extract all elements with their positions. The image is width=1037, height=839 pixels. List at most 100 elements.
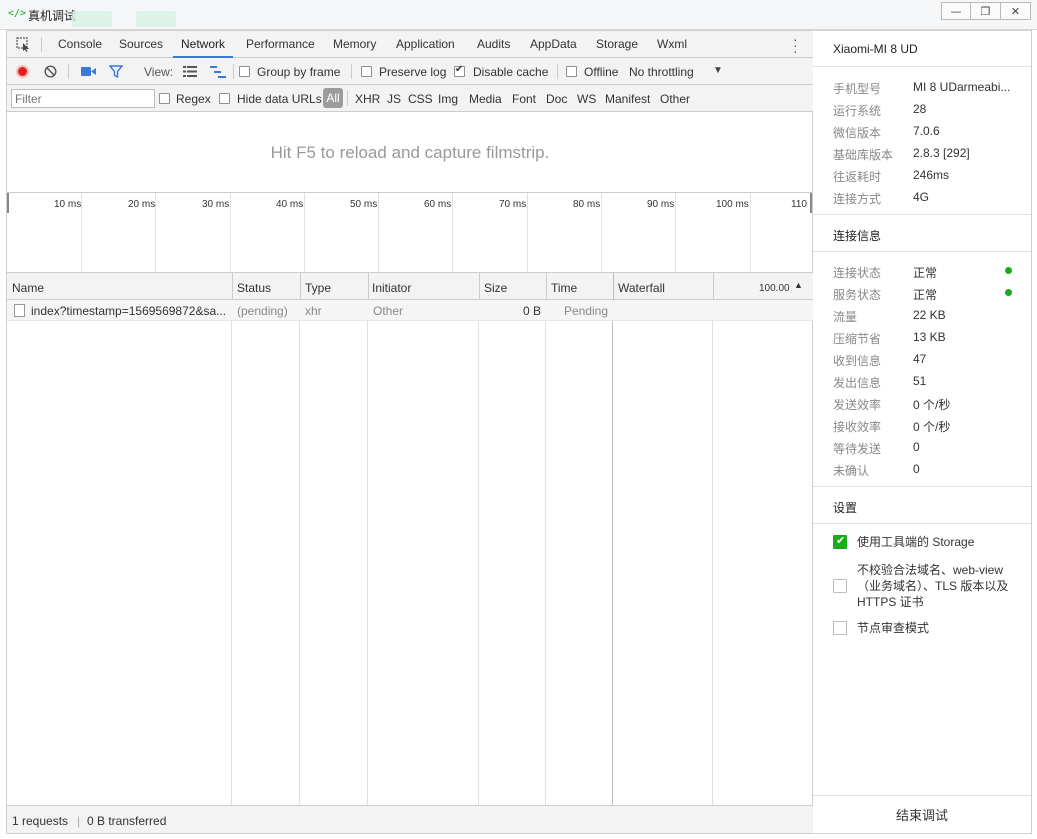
sort-ascending-icon[interactable]: ▲ (794, 280, 803, 290)
close-button[interactable]: ✕ (1001, 2, 1031, 20)
table-row[interactable]: index?timestamp=1569569872&sa... (pendin… (7, 300, 813, 321)
toolbar-divider (347, 91, 348, 106)
filter-img-button[interactable]: Img (438, 92, 458, 106)
tab-performance[interactable]: Performance (246, 31, 315, 58)
tab-console[interactable]: Console (58, 31, 102, 58)
throttling-select[interactable]: No throttling (629, 65, 694, 79)
column-header-status[interactable]: Status (237, 281, 271, 295)
tab-sources[interactable]: Sources (119, 31, 163, 58)
filter-js-button[interactable]: JS (387, 92, 401, 106)
network-toolbar: View: Group by frame Preserve log Disabl… (7, 58, 813, 85)
tab-appdata[interactable]: AppData (530, 31, 577, 58)
tab-network[interactable]: Network (173, 31, 234, 58)
conn-info-key: 等待发送 (833, 442, 882, 456)
header-divider (479, 273, 480, 300)
filter-ws-button[interactable]: WS (577, 92, 596, 106)
window-content: Console Sources Network Performance Memo… (6, 30, 1032, 834)
document-icon (14, 304, 25, 317)
inspect-element-icon[interactable] (16, 37, 31, 55)
clear-icon[interactable] (44, 65, 57, 81)
offline-checkbox[interactable] (566, 66, 577, 77)
overview-tick-label: 110 (791, 199, 807, 210)
table-header: Name Status Type Initiator Size Time Wat… (7, 273, 813, 300)
header-divider (546, 273, 547, 300)
overview-tick-label: 20 ms (128, 199, 156, 210)
waterfall-view-icon[interactable] (210, 66, 226, 81)
filter-media-button[interactable]: Media (469, 92, 502, 106)
column-header-name[interactable]: Name (12, 281, 44, 295)
toolbar-divider (41, 37, 42, 52)
minimize-button[interactable]: — (941, 2, 971, 20)
column-header-size[interactable]: Size (484, 281, 507, 295)
conn-info-value: 51 (913, 374, 927, 388)
record-icon[interactable] (16, 65, 29, 78)
filter-css-button[interactable]: CSS (408, 92, 433, 106)
preserve-log-checkbox[interactable] (361, 66, 372, 77)
device-info-value: 4G (913, 190, 930, 204)
overview-handle-left[interactable] (7, 193, 9, 213)
header-divider (300, 273, 301, 300)
filter-font-button[interactable]: Font (512, 92, 536, 106)
divider (813, 251, 1031, 252)
divider (813, 66, 1031, 67)
header-divider (232, 273, 233, 300)
status-ok-dot (1005, 289, 1012, 296)
column-header-initiator[interactable]: Initiator (372, 281, 411, 295)
regex-checkbox[interactable] (159, 93, 170, 104)
conn-info-value: 0 个/秒 (913, 420, 951, 434)
overview-handle-right[interactable] (810, 193, 812, 213)
filter-manifest-button[interactable]: Manifest (605, 92, 650, 106)
video-camera-icon[interactable] (81, 66, 96, 80)
tab-audits[interactable]: Audits (477, 31, 510, 58)
use-tool-storage-checkbox[interactable] (833, 534, 847, 549)
toolbar-divider (351, 64, 352, 79)
settings-title: 设置 (833, 501, 858, 515)
overview-tick-label: 60 ms (424, 199, 452, 210)
conn-info-value: 0 (913, 462, 920, 476)
preserve-log-label: Preserve log (379, 65, 447, 79)
large-rows-icon[interactable] (183, 66, 197, 80)
conn-info-key: 服务状态 (833, 288, 882, 302)
tab-memory[interactable]: Memory (333, 31, 376, 58)
conn-info-key: 接收效率 (833, 420, 882, 434)
divider (813, 214, 1031, 215)
filter-doc-button[interactable]: Doc (546, 92, 567, 106)
column-header-time[interactable]: Time (551, 281, 577, 295)
dropdown-arrow-icon[interactable]: ▼ (713, 65, 723, 76)
overview-tick-label: 30 ms (202, 199, 230, 210)
overview-tick-label: 100 ms (716, 199, 749, 210)
disable-cache-checkbox[interactable] (454, 64, 465, 77)
hide-data-urls-checkbox[interactable] (219, 93, 230, 104)
request-count: 1 requests (12, 814, 69, 828)
end-debug-button[interactable]: 结束调试 (813, 795, 1031, 833)
overview-tick-label: 40 ms (276, 199, 304, 210)
conn-info-key: 未确认 (833, 464, 870, 478)
request-name[interactable]: index?timestamp=1569569872&sa... (31, 304, 226, 318)
request-size: 0 B (522, 304, 541, 318)
more-options-icon[interactable]: · · · (793, 32, 798, 58)
hide-data-urls-label: Hide data URLs (237, 92, 322, 106)
filter-xhr-button[interactable]: XHR (355, 92, 380, 106)
filter-icon[interactable] (108, 65, 124, 81)
divider (813, 486, 1031, 487)
window-titlebar: </> 真机调试 — ❐ ✕ (0, 0, 1037, 30)
column-header-waterfall[interactable]: Waterfall (618, 281, 665, 295)
window-title: 真机调试 (28, 9, 77, 23)
column-header-type[interactable]: Type (305, 281, 331, 295)
tab-application[interactable]: Application (396, 31, 455, 58)
tab-wxml[interactable]: Wxml (657, 31, 687, 58)
conn-info-key: 收到信息 (833, 354, 882, 368)
network-overview[interactable]: 10 ms 20 ms 30 ms 40 ms 50 ms 60 ms 70 m… (7, 192, 813, 273)
disable-cache-label: Disable cache (473, 65, 549, 79)
filmstrip-area: Hit F5 to reload and capture filmstrip. (7, 113, 813, 193)
column-divider (232, 273, 300, 805)
filter-all-button[interactable]: All (323, 88, 343, 108)
device-info-value: 2.8.3 [292] (913, 146, 970, 160)
node-inspect-mode-checkbox[interactable] (833, 621, 847, 635)
skip-domain-check-checkbox[interactable] (833, 579, 847, 593)
filter-other-button[interactable]: Other (660, 92, 690, 106)
restore-button[interactable]: ❐ (971, 2, 1001, 20)
filter-input[interactable] (11, 89, 155, 108)
tab-storage[interactable]: Storage (596, 31, 638, 58)
group-by-frame-checkbox[interactable] (239, 66, 250, 77)
